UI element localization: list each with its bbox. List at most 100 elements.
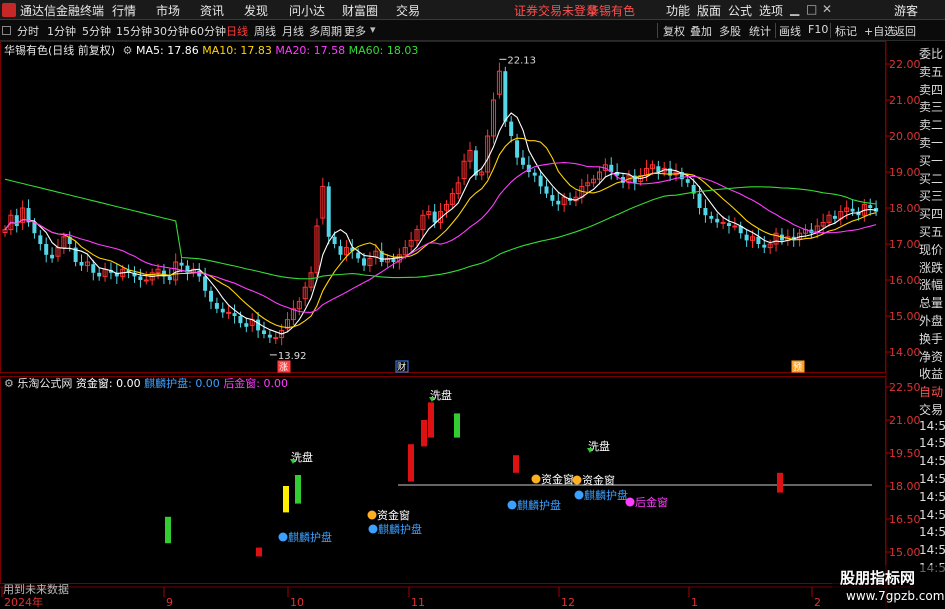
qilin-value: 麒麟护盘: 0.00 <box>144 377 220 390</box>
qilin-signal-label-icon <box>368 524 378 534</box>
period-tab-30min[interactable]: 30分钟 <box>153 23 189 39</box>
tick-time-label: 14:5 <box>919 418 945 433</box>
ma10-label: MA10: 17.83 <box>202 44 272 57</box>
time-tick-label: 10 <box>290 596 304 609</box>
menu-item-trade[interactable]: 交易 <box>396 2 420 19</box>
period-tab-weekly[interactable]: 周线 <box>254 23 276 39</box>
period-tab-intraday[interactable]: 分时 <box>17 23 39 39</box>
close-icon[interactable]: ✕ <box>822 2 832 16</box>
event-marker-label: 财 <box>397 361 406 373</box>
add-watchlist-button[interactable]: +自选 <box>864 23 895 39</box>
quote-label: 卖三 <box>919 100 944 115</box>
event-marker-label: 涨 <box>279 362 288 373</box>
period-tab-more[interactable]: 更多 <box>344 23 366 39</box>
tick-time-label: 14:5 <box>919 507 945 522</box>
menu-item-layout[interactable]: 版面 <box>697 2 721 19</box>
more-dropdown-icon[interactable]: ▾ <box>370 23 376 36</box>
price-tick-label: 21.00 <box>889 94 921 107</box>
period-tab-multi[interactable]: 多周期 <box>309 23 342 39</box>
signal-bar <box>454 413 460 438</box>
guest-button[interactable]: 游客 <box>894 2 918 19</box>
menu-item-ask[interactable]: 问小达 <box>289 2 325 19</box>
back-button[interactable]: 返回 <box>894 23 916 39</box>
tool-multistock-button[interactable]: 多股 <box>719 23 741 39</box>
tool-f10-button[interactable]: F10 <box>808 23 828 36</box>
candle-body <box>715 218 720 223</box>
candle-body <box>179 262 184 266</box>
menu-item-quotes[interactable]: 行情 <box>112 2 136 19</box>
menu-item-wealth[interactable]: 财富圈 <box>342 2 378 19</box>
candle-body <box>726 223 731 226</box>
menu-item-function[interactable]: 功能 <box>666 2 690 19</box>
menu-item-discover[interactable]: 发现 <box>244 2 268 19</box>
chart-mode: (日线 前复权) <box>48 44 116 57</box>
period-tab-1min[interactable]: 1分钟 <box>47 23 76 39</box>
price-tick-label: 22.00 <box>889 58 921 71</box>
candle-body <box>273 337 279 340</box>
period-tab-monthly[interactable]: 月线 <box>282 23 304 39</box>
sub-tick-label: 19.50 <box>889 447 921 460</box>
candle-body <box>32 222 37 234</box>
kline-chart[interactable]: 洗盘洗盘洗盘资金窗资金窗 资金窗麒麟护盘麒麟护盘麒麟护盘麒麟护盘后金窗 22.00… <box>0 41 945 609</box>
signal-bar <box>421 420 427 447</box>
menu-item-options[interactable]: 选项 <box>759 2 783 19</box>
menu-item-formula[interactable]: 公式 <box>728 2 752 19</box>
candle-body <box>744 234 749 241</box>
quote-label: 涨跌 <box>919 260 944 275</box>
maximize-icon[interactable]: □ <box>806 2 817 16</box>
period-tab-15min[interactable]: 15分钟 <box>116 23 152 39</box>
current-stock-name: 华锡有色 <box>587 4 636 18</box>
period-tab-60min[interactable]: 60分钟 <box>190 23 226 39</box>
fund-window-label-icon <box>531 474 541 484</box>
candle-body <box>756 236 761 244</box>
quote-label: 买二 <box>919 171 944 186</box>
main-chart-header: 华锡有色(日线 前复权) ⚙ MA5: 17.86 MA10: 17.83 MA… <box>4 42 418 58</box>
wash-signal-label: 洗盘 <box>588 439 610 453</box>
toolbar-separator <box>775 23 776 38</box>
candle-body <box>868 205 873 208</box>
tick-time-label: 14:5 <box>919 436 945 451</box>
toolbar-checkbox[interactable] <box>2 26 11 35</box>
time-tick-label: 9 <box>166 596 173 609</box>
tool-draw-button[interactable]: 画线 <box>779 23 801 39</box>
minimize-icon[interactable]: ▁ <box>790 2 799 16</box>
candle-body <box>256 319 261 331</box>
quote-label: 卖四 <box>919 82 944 97</box>
qilin-signal-label: 麒麟护盘 <box>288 530 332 544</box>
signal-bar <box>283 486 289 513</box>
chart-stock-name: 华锡有色 <box>4 44 48 57</box>
candle-body <box>332 236 337 244</box>
signal-bar <box>295 475 301 504</box>
period-toolbar: 分时 1分钟 5分钟 15分钟 30分钟 60分钟 日线 周线 月线 多周期 更… <box>0 20 945 41</box>
watermark-title: 股朋指标网 <box>840 569 916 587</box>
trade-login-status[interactable]: 证券交易未登录 <box>514 2 598 19</box>
candle-body <box>50 254 55 259</box>
sub-tick-label: 18.00 <box>889 480 921 493</box>
menu-item-news[interactable]: 资讯 <box>200 2 224 19</box>
candle-body <box>356 252 361 259</box>
fund-window-value: 资金窗: 0.00 <box>75 377 141 390</box>
menu-item-market[interactable]: 市场 <box>156 2 180 19</box>
candle-body <box>703 208 708 216</box>
quote-label: 外盘 <box>919 314 944 328</box>
main-pane-frame <box>0 41 886 373</box>
settings-icon[interactable]: ⚙ <box>123 44 133 57</box>
period-tab-daily[interactable]: 日线 <box>226 23 248 39</box>
tool-mark-button[interactable]: 标记 <box>835 23 857 39</box>
candle-body <box>220 308 225 313</box>
fund-window-label-icon <box>572 475 582 485</box>
candle-body <box>509 121 514 136</box>
price-tick-label: 19.00 <box>889 166 921 179</box>
tool-stats-button[interactable]: 统计 <box>749 23 771 39</box>
tool-overlay-button[interactable]: 叠加 <box>690 23 712 39</box>
tick-time-label: 14:5 <box>919 454 945 469</box>
tool-adjust-button[interactable]: 复权 <box>663 23 685 39</box>
quote-label: 收益 <box>919 367 944 382</box>
price-tick-label: 14.00 <box>889 346 921 359</box>
quote-label: 总量 <box>919 296 944 311</box>
period-tab-5min[interactable]: 5分钟 <box>82 23 111 39</box>
event-marker-label: 预 <box>793 362 802 373</box>
signal-bar <box>777 472 783 493</box>
quote-label: 现价 <box>919 242 944 257</box>
settings-icon[interactable]: ⚙ <box>4 377 14 390</box>
